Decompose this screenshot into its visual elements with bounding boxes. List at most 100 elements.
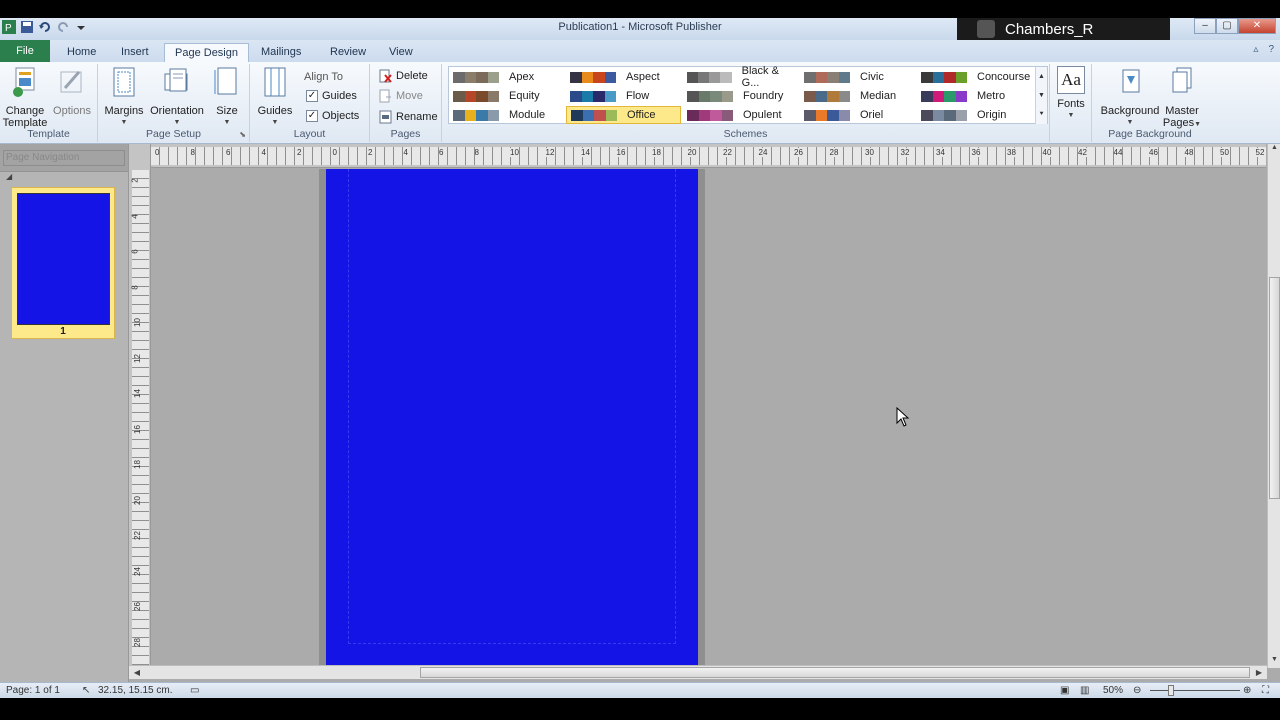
- two-page-view-icon[interactable]: ▥: [1080, 685, 1089, 696]
- ruler-tick-label: 4: [130, 213, 140, 219]
- chevron-down-icon: ▼: [1067, 112, 1075, 119]
- scheme-equity[interactable]: Equity: [449, 87, 564, 105]
- swatch-color: [721, 90, 733, 102]
- vertical-ruler-scale: 2 4 6 8 10 12 14 16 18 20 22 24 26 28: [130, 170, 149, 666]
- scheme-apex[interactable]: Apex: [449, 68, 564, 86]
- background-button[interactable]: Background ▼: [1098, 66, 1162, 129]
- maximize-button[interactable]: ▢: [1216, 18, 1238, 34]
- page-indicator[interactable]: Page: 1 of 1: [6, 685, 60, 696]
- align-objects-checkbox[interactable]: ✓ Objects: [306, 107, 359, 125]
- scheme-label: Black & G...: [741, 65, 779, 89]
- zoom-out-icon[interactable]: ⊖: [1133, 685, 1141, 696]
- zoom-in-icon[interactable]: ⊕: [1243, 685, 1251, 696]
- margins-button[interactable]: Margins ▼: [103, 66, 145, 129]
- tab-file[interactable]: File: [0, 40, 50, 62]
- ruler-tick-label: 36: [971, 148, 981, 157]
- vertical-ruler[interactable]: 2 4 6 8 10 12 14 16 18 20 22 24 26 28: [129, 144, 151, 668]
- gallery-down-icon[interactable]: ▼: [1035, 86, 1047, 105]
- close-button[interactable]: ✕: [1238, 18, 1276, 34]
- horizontal-ruler[interactable]: 0 8 6 4 2 0 2 4 6 8 10 12 14 16 18 20 22 24 26 28 30 32 34 36 38…: [151, 144, 1266, 168]
- ruler-tick-label: 12: [132, 353, 142, 363]
- scheme-office[interactable]: Office: [566, 106, 681, 124]
- horizontal-scroll-thumb[interactable]: [420, 667, 1250, 678]
- page-thumbnail[interactable]: 1: [11, 187, 115, 339]
- ribbon-tabs: File Home Insert Page Design Mailings Re…: [0, 40, 1280, 62]
- swatch-color: [827, 109, 839, 121]
- checkbox-checked-icon: ✓: [306, 90, 318, 102]
- tab-review[interactable]: Review: [320, 43, 376, 62]
- fonts-button[interactable]: Aa Fonts ▼: [1054, 66, 1088, 122]
- scheme-opulent[interactable]: Opulent: [683, 106, 798, 124]
- options-button[interactable]: Options: [50, 66, 94, 117]
- ruler-tick-label: 40: [1042, 148, 1052, 157]
- zoom-slider-knob[interactable]: [1168, 685, 1174, 696]
- object-size-icon: ▭: [190, 685, 200, 696]
- align-guides-checkbox[interactable]: ✓ Guides: [306, 87, 357, 105]
- size-button[interactable]: Size ▼: [209, 66, 245, 129]
- change-template-icon: [13, 67, 35, 97]
- scheme-oriel[interactable]: Oriel: [800, 106, 915, 124]
- scroll-down-icon[interactable]: ▼: [1268, 656, 1280, 668]
- scheme-origin[interactable]: Origin: [917, 106, 1032, 124]
- title-bar: P Publication1 - Microsoft Publisher Cha…: [0, 18, 1280, 40]
- ruler-tick-label: 4: [403, 148, 408, 157]
- ruler-tick-label: 18: [652, 148, 661, 157]
- scheme-civic[interactable]: Civic: [800, 68, 915, 86]
- user-account[interactable]: Chambers_R: [957, 18, 1170, 40]
- orientation-button[interactable]: Orientation ▼: [147, 66, 207, 129]
- scheme-median[interactable]: Median: [800, 87, 915, 105]
- vertical-scrollbar[interactable]: ▲ ▼: [1267, 144, 1280, 668]
- group-fonts: Aa Fonts ▼: [1050, 64, 1092, 142]
- tab-page-design[interactable]: Page Design: [164, 43, 249, 62]
- scheme-label: Civic: [860, 71, 884, 83]
- tab-view[interactable]: View: [379, 43, 423, 62]
- fit-page-icon[interactable]: ⛶: [1262, 685, 1269, 696]
- swatch-color: [827, 71, 839, 83]
- publication-page[interactable]: [326, 169, 698, 668]
- guides-button[interactable]: Guides ▼: [255, 66, 295, 129]
- collapse-arrow-icon[interactable]: ◢: [0, 172, 128, 184]
- swatch-color: [581, 90, 593, 102]
- scroll-up-icon[interactable]: ▲: [1268, 144, 1280, 156]
- minimize-button[interactable]: –: [1194, 18, 1216, 34]
- tab-insert[interactable]: Insert: [111, 43, 159, 62]
- dialog-launcher-icon[interactable]: ⬊: [239, 130, 246, 139]
- zoom-slider[interactable]: [1150, 690, 1240, 691]
- scheme-label: Origin: [977, 109, 1007, 121]
- zoom-level[interactable]: 50%: [1103, 685, 1123, 696]
- swatch-color: [593, 71, 605, 83]
- swatch-color: [605, 109, 617, 121]
- publication-canvas[interactable]: [152, 169, 1267, 668]
- group-page-setup: Margins ▼ Orientation ▼ Size ▼ Page Setu…: [98, 64, 250, 142]
- scheme-aspect[interactable]: Aspect: [566, 68, 681, 86]
- scheme-flow[interactable]: Flow: [566, 87, 681, 105]
- move-page-button[interactable]: Move: [378, 87, 423, 105]
- ruler-tick-label: 12: [545, 148, 555, 157]
- tab-home[interactable]: Home: [57, 43, 106, 62]
- help-icon[interactable]: ?: [1268, 44, 1274, 55]
- horizontal-scrollbar[interactable]: ◀ ▶: [129, 665, 1267, 679]
- scheme-module[interactable]: Module: [449, 106, 564, 124]
- gallery-more-icon[interactable]: ⯆: [1035, 105, 1047, 124]
- scheme-foundry[interactable]: Foundry: [683, 87, 798, 105]
- single-page-view-icon[interactable]: ▣: [1060, 685, 1069, 696]
- tab-mailings[interactable]: Mailings: [251, 43, 311, 62]
- gallery-up-icon[interactable]: ▲: [1035, 67, 1047, 86]
- scroll-left-icon[interactable]: ◀: [131, 666, 143, 679]
- background-paint-icon: [1122, 69, 1140, 93]
- minimize-ribbon-icon[interactable]: ▵: [1253, 44, 1258, 55]
- delete-page-button[interactable]: Delete: [378, 67, 428, 85]
- scheme-metro[interactable]: Metro: [917, 87, 1032, 105]
- scheme-label: Oriel: [860, 109, 884, 121]
- vertical-scroll-thumb[interactable]: [1269, 277, 1280, 499]
- ruler-tick-label: 20: [687, 148, 697, 157]
- master-pages-button[interactable]: Master Pages▼: [1162, 66, 1202, 131]
- rename-page-button[interactable]: Rename: [378, 108, 438, 126]
- scheme-concourse[interactable]: Concourse: [917, 68, 1032, 86]
- scroll-right-icon[interactable]: ▶: [1253, 666, 1265, 679]
- change-template-button[interactable]: Change Template: [2, 66, 48, 129]
- ruler-tick-label: 30: [865, 148, 874, 157]
- user-name: Chambers_R: [1005, 20, 1094, 38]
- scheme-black-g[interactable]: Black & G...: [683, 65, 798, 89]
- scheme-swatch: [687, 90, 733, 102]
